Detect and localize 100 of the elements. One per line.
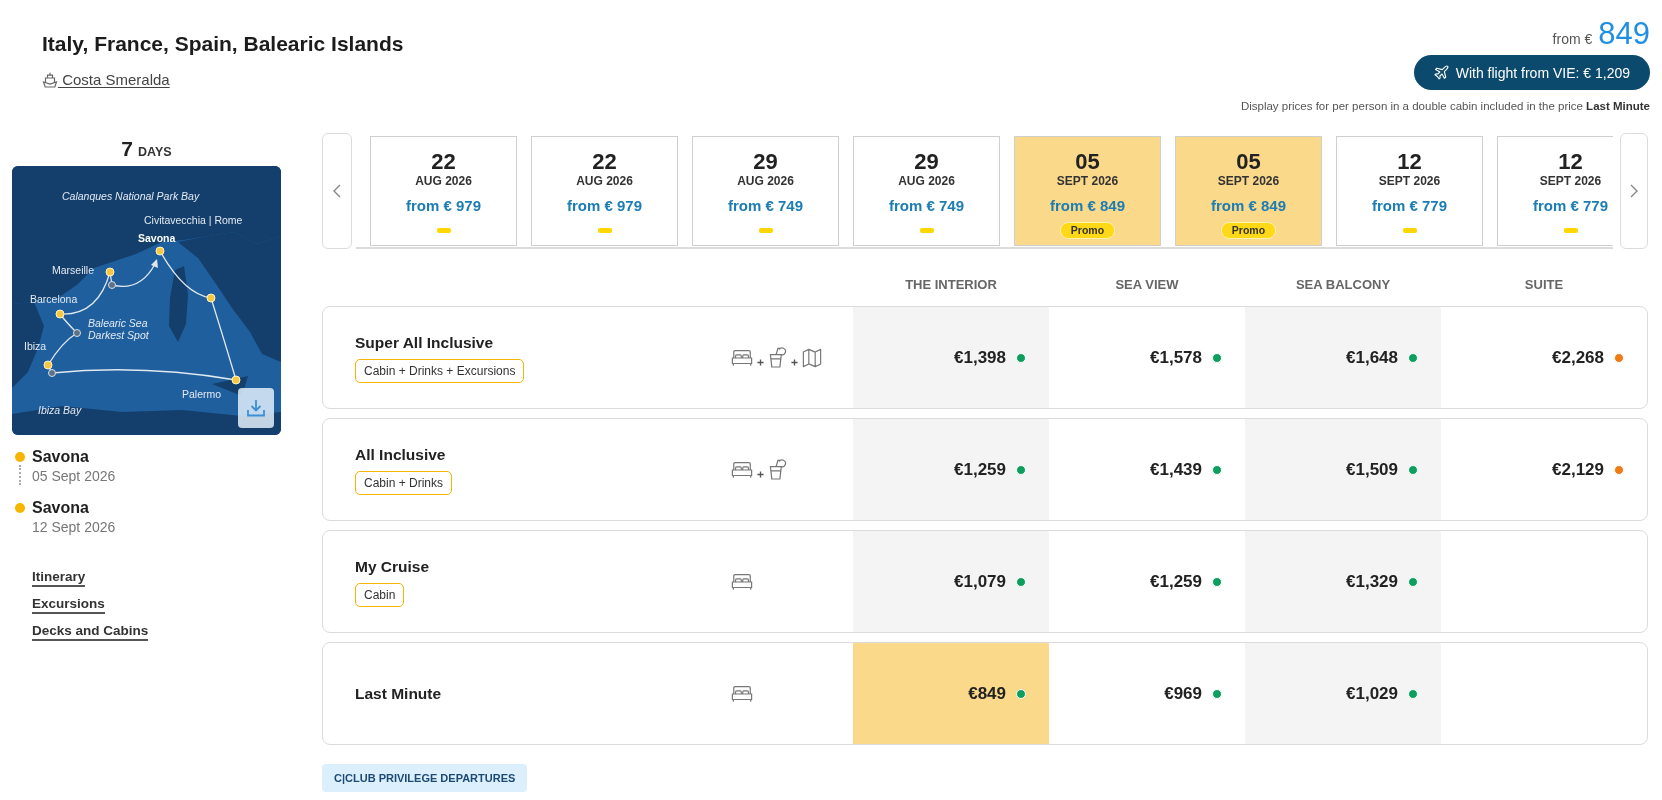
- fare-name: Last Minute: [355, 683, 442, 704]
- price-value: €2,129: [1552, 459, 1604, 480]
- price-cell[interactable]: €1,578: [1049, 307, 1245, 408]
- fare-tag: Cabin + Drinks + Excursions: [355, 358, 525, 383]
- stop-marker-icon: [73, 329, 81, 337]
- price-cell[interactable]: €2,268: [1441, 307, 1647, 408]
- column-header: SEA BALCONY: [1294, 276, 1392, 292]
- fare-name: Super All Inclusive: [355, 332, 494, 353]
- download-icon: [246, 399, 266, 417]
- departure-card[interactable]: 05 SEPT 2026 from € 849 Promo: [1014, 136, 1161, 246]
- bed-icon: [731, 572, 753, 591]
- dash-icon: [1563, 228, 1578, 233]
- stop-marker-icon: [48, 369, 56, 377]
- departure-month: AUG 2026: [898, 174, 955, 188]
- airplane-icon: [1433, 65, 1449, 80]
- price-cell[interactable]: €1,439: [1049, 419, 1245, 520]
- duration-unit: DAYS: [138, 144, 172, 161]
- dash-icon: [919, 228, 934, 233]
- departure-day: 12: [1558, 150, 1583, 174]
- fare-tag: Cabin + Drinks: [355, 470, 453, 495]
- map-icon: [802, 347, 822, 368]
- fare-name: All Inclusive: [355, 444, 446, 465]
- chevron-right-icon: [1630, 184, 1638, 198]
- dash-icon: [436, 228, 451, 233]
- price-value: €1,259: [1150, 571, 1202, 592]
- port-marker-icon: [231, 375, 241, 385]
- price-cell[interactable]: €1,029: [1245, 643, 1441, 744]
- departure-price: from € 849: [1049, 196, 1125, 216]
- departure-card[interactable]: 29 AUG 2026 from € 749: [692, 136, 839, 246]
- departure-month: AUG 2026: [576, 174, 633, 188]
- price-value: €1,648: [1346, 347, 1398, 368]
- departure-price: from € 779: [1532, 196, 1608, 216]
- previous-button[interactable]: [322, 133, 352, 249]
- flight-button[interactable]: With flight from VIE: € 1,209: [1413, 55, 1650, 90]
- club-badge: C|CLUB PRIVILEGE DEPARTURES: [322, 764, 528, 792]
- port-marker-icon: [55, 309, 65, 319]
- price-cell[interactable]: €1,398: [853, 307, 1049, 408]
- map-label: Balearic Sea Darkest Spot: [88, 318, 150, 341]
- port-dot-icon: [15, 452, 25, 462]
- departure-day: 12: [1397, 150, 1422, 174]
- promo-badge: Promo: [1059, 222, 1116, 239]
- departure-day: 05: [1236, 150, 1261, 174]
- departure-card[interactable]: 29 AUG 2026 from € 749: [853, 136, 1000, 246]
- price-cell[interactable]: €1,329: [1245, 531, 1441, 632]
- map-label: Ibiza: [24, 340, 47, 352]
- departure-card[interactable]: 05 SEPT 2026 from € 849 Promo: [1175, 136, 1322, 246]
- departure-price: from € 979: [405, 196, 481, 216]
- price-value: €1,259: [954, 459, 1006, 480]
- price-cell[interactable]: €849: [853, 643, 1049, 744]
- departure-month: SEPT 2026: [1217, 174, 1280, 188]
- price-cell[interactable]: €1,509: [1245, 419, 1441, 520]
- price-cell[interactable]: €1,259: [1049, 531, 1245, 632]
- departure-month: SEPT 2026: [1056, 174, 1119, 188]
- price-cell[interactable]: €1,259: [853, 419, 1049, 520]
- price-cell[interactable]: €969: [1049, 643, 1245, 744]
- price-value: €1,029: [1346, 683, 1398, 704]
- departure-card[interactable]: 22 AUG 2026 from € 979: [531, 136, 678, 246]
- section-link[interactable]: Decks and Cabins: [32, 622, 149, 641]
- price-note: Display prices for per person in a double cabin included in the price Last Minute: [1240, 99, 1650, 114]
- departure-day: 22: [592, 150, 617, 174]
- port-name: Savona: [32, 447, 90, 467]
- duration-number: 7: [121, 138, 134, 160]
- departure-day: 22: [431, 150, 456, 174]
- port-date: 12 Sept 2026: [32, 518, 117, 536]
- departure-card[interactable]: 12 SEPT 2026 from € 779: [1336, 136, 1483, 246]
- section-link[interactable]: Excursions: [32, 595, 105, 614]
- departure-card[interactable]: 12 SEPT 2026 from € 779: [1497, 136, 1613, 246]
- next-button[interactable]: [1620, 133, 1648, 249]
- column-header: THE INTERIOR: [904, 276, 998, 292]
- port-dot-icon: [15, 503, 25, 513]
- price-value: €1,509: [1346, 459, 1398, 480]
- departure-price: from € 749: [888, 196, 964, 216]
- departure-month: AUG 2026: [737, 174, 794, 188]
- dash-icon: [758, 228, 773, 233]
- departure-price: from € 749: [727, 196, 803, 216]
- departure-month: SEPT 2026: [1539, 174, 1602, 188]
- cruise-title: Italy, France, Spain, Balearic Islands: [42, 31, 404, 57]
- plus-icon: [757, 471, 764, 478]
- departure-card[interactable]: 22 AUG 2026 from € 979: [370, 136, 517, 246]
- stop-marker-icon: [108, 281, 116, 289]
- price-cell[interactable]: €1,648: [1245, 307, 1441, 408]
- map-label: Barcelona: [30, 293, 78, 305]
- timeline-connector: [19, 465, 21, 485]
- price-cell[interactable]: €1,079: [853, 531, 1049, 632]
- from-label: from €: [1552, 31, 1593, 47]
- plus-icon: [791, 359, 798, 366]
- departure-day: 29: [914, 150, 939, 174]
- section-link[interactable]: Itinerary: [32, 568, 86, 587]
- fare-tag: Cabin: [355, 582, 405, 607]
- price-value: €1,079: [954, 571, 1006, 592]
- bed-icon: [731, 348, 753, 367]
- departure-price: from € 979: [566, 196, 642, 216]
- ship-link[interactable]: Costa Smeralda: [42, 70, 170, 90]
- price-cell[interactable]: €2,129: [1441, 419, 1647, 520]
- port-name: Savona: [32, 498, 90, 518]
- download-button[interactable]: [238, 388, 274, 428]
- departure-month: SEPT 2026: [1378, 174, 1441, 188]
- price-value: €1,578: [1150, 347, 1202, 368]
- map-label: Savona: [138, 232, 176, 244]
- map-label: Marseille: [52, 264, 94, 276]
